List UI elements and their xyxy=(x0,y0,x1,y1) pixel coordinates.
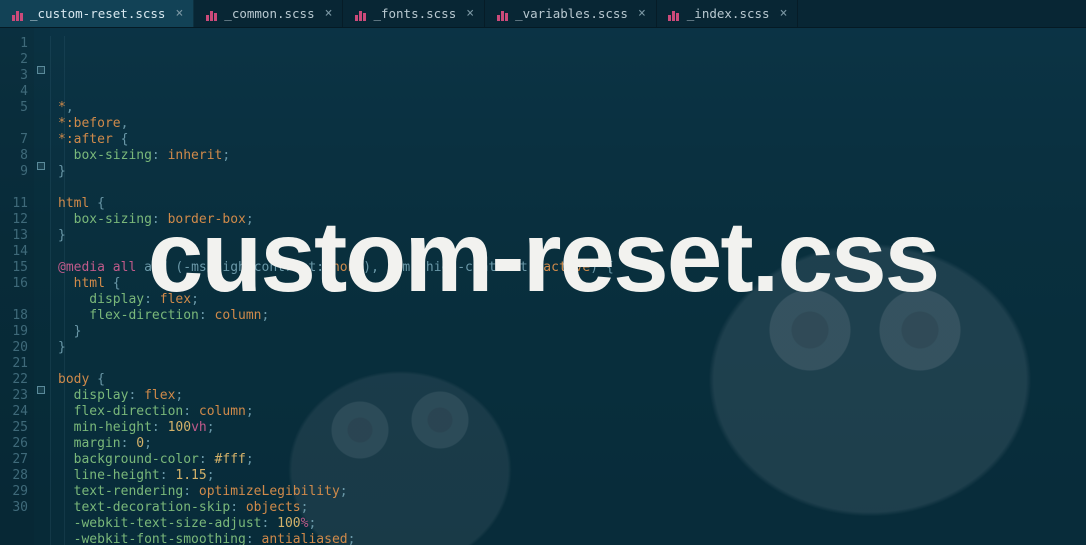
scss-file-icon xyxy=(204,7,218,21)
code-editor[interactable]: 1234578911121314151618192021222324252627… xyxy=(0,28,1086,545)
code-line[interactable]: *:after { xyxy=(58,132,614,148)
code-line[interactable]: *, xyxy=(58,100,614,116)
line-number: 27 xyxy=(0,452,34,468)
code-line[interactable]: } xyxy=(58,324,614,340)
line-number: 14 xyxy=(0,244,34,260)
line-number: 4 xyxy=(0,84,34,100)
code-line[interactable]: @media all and (-ms-high-contrast: none)… xyxy=(58,260,614,276)
tab-bar: _custom-reset.scss×_common.scss×_fonts.s… xyxy=(0,0,1086,28)
close-icon[interactable]: × xyxy=(175,6,183,21)
scss-file-icon xyxy=(10,7,24,21)
code-line[interactable]: box-sizing: inherit; xyxy=(58,148,614,164)
close-icon[interactable]: × xyxy=(325,6,333,21)
code-line[interactable]: } xyxy=(58,164,614,180)
code-line[interactable] xyxy=(58,356,614,372)
code-line[interactable]: -webkit-text-size-adjust: 100%; xyxy=(58,516,614,532)
tab--index-scss[interactable]: _index.scss × xyxy=(657,0,799,27)
line-number: 1 xyxy=(0,36,34,52)
close-icon[interactable]: × xyxy=(466,6,474,21)
line-number xyxy=(0,180,34,196)
code-line[interactable]: margin: 0; xyxy=(58,436,614,452)
fold-column xyxy=(34,28,50,545)
code-line[interactable]: -webkit-font-smoothing: antialiased; xyxy=(58,532,614,545)
line-number: 30 xyxy=(0,500,34,516)
code-line[interactable]: box-sizing: border-box; xyxy=(58,212,614,228)
line-number: 18 xyxy=(0,308,34,324)
code-line[interactable]: text-decoration-skip: objects; xyxy=(58,500,614,516)
line-number: 23 xyxy=(0,388,34,404)
code-line[interactable]: display: flex; xyxy=(58,388,614,404)
line-number: 8 xyxy=(0,148,34,164)
line-number: 2 xyxy=(0,52,34,68)
code-line[interactable]: min-height: 100vh; xyxy=(58,420,614,436)
line-number xyxy=(0,116,34,132)
code-line[interactable]: html { xyxy=(58,196,614,212)
tab-label: _variables.scss xyxy=(515,6,628,21)
line-number: 9 xyxy=(0,164,34,180)
line-number: 28 xyxy=(0,468,34,484)
fold-marker-icon[interactable] xyxy=(37,66,45,74)
tab-label: _custom-reset.scss xyxy=(30,6,165,21)
code-area[interactable]: *,*:before,*:after { box-sizing: inherit… xyxy=(50,28,614,545)
code-line[interactable]: line-height: 1.15; xyxy=(58,468,614,484)
line-number: 15 xyxy=(0,260,34,276)
line-number: 22 xyxy=(0,372,34,388)
close-icon[interactable]: × xyxy=(638,6,646,21)
tab--variables-scss[interactable]: _variables.scss × xyxy=(485,0,657,27)
scss-file-icon xyxy=(667,7,681,21)
line-number: 26 xyxy=(0,436,34,452)
line-number-gutter: 1234578911121314151618192021222324252627… xyxy=(0,28,34,545)
fold-marker-icon[interactable] xyxy=(37,162,45,170)
fold-marker-icon[interactable] xyxy=(37,386,45,394)
line-number: 20 xyxy=(0,340,34,356)
tab-label: _common.scss xyxy=(224,6,314,21)
code-line[interactable]: *:before, xyxy=(58,116,614,132)
code-line[interactable]: body { xyxy=(58,372,614,388)
tab-label: _fonts.scss xyxy=(373,6,456,21)
tab--fonts-scss[interactable]: _fonts.scss × xyxy=(343,0,485,27)
code-line[interactable]: } xyxy=(58,228,614,244)
line-number: 12 xyxy=(0,212,34,228)
line-number: 24 xyxy=(0,404,34,420)
close-icon[interactable]: × xyxy=(780,6,788,21)
line-number xyxy=(0,292,34,308)
line-number: 11 xyxy=(0,196,34,212)
line-number: 13 xyxy=(0,228,34,244)
code-line[interactable]: background-color: #fff; xyxy=(58,452,614,468)
scss-file-icon xyxy=(353,7,367,21)
line-number: 25 xyxy=(0,420,34,436)
line-number: 21 xyxy=(0,356,34,372)
code-line[interactable]: display: flex; xyxy=(58,292,614,308)
code-line[interactable]: flex-direction: column; xyxy=(58,308,614,324)
tab--custom-reset-scss[interactable]: _custom-reset.scss × xyxy=(0,0,194,27)
line-number: 19 xyxy=(0,324,34,340)
line-number: 29 xyxy=(0,484,34,500)
tab-label: _index.scss xyxy=(687,6,770,21)
code-line[interactable]: flex-direction: column; xyxy=(58,404,614,420)
code-line[interactable]: html { xyxy=(58,276,614,292)
code-line[interactable]: text-rendering: optimizeLegibility; xyxy=(58,484,614,500)
line-number: 7 xyxy=(0,132,34,148)
code-line[interactable] xyxy=(58,180,614,196)
line-number: 3 xyxy=(0,68,34,84)
scss-file-icon xyxy=(495,7,509,21)
code-line[interactable] xyxy=(58,244,614,260)
tab--common-scss[interactable]: _common.scss × xyxy=(194,0,343,27)
line-number: 16 xyxy=(0,276,34,292)
code-line[interactable]: } xyxy=(58,340,614,356)
line-number: 5 xyxy=(0,100,34,116)
